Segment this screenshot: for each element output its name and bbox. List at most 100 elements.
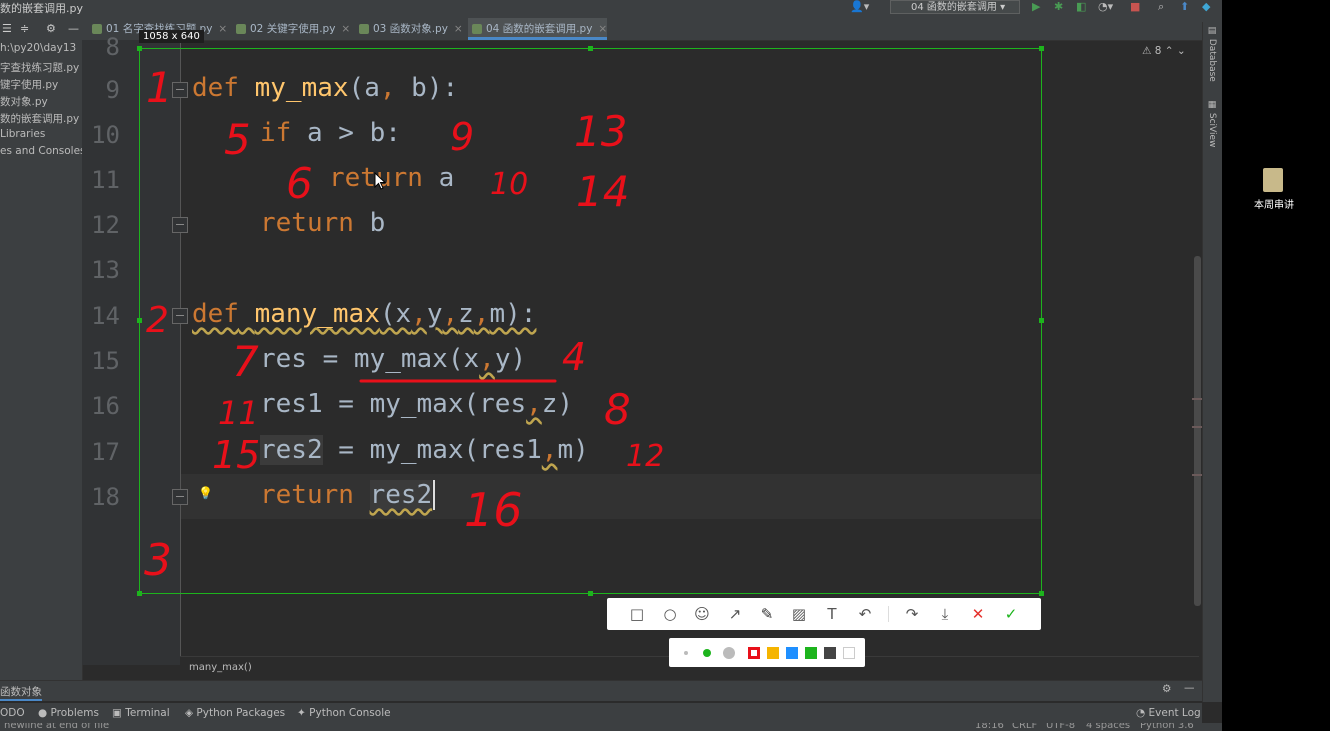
plugin-icon[interactable]: ◆ bbox=[1202, 0, 1210, 13]
confirm-icon[interactable]: ✓ bbox=[1003, 606, 1019, 622]
python-icon: ✦ bbox=[297, 707, 306, 719]
right-tool-strip: ▤ Database ▦ SciView bbox=[1202, 22, 1222, 702]
pen-size-small[interactable] bbox=[684, 651, 688, 655]
rectangle-icon[interactable]: □ bbox=[629, 606, 645, 622]
capture-selection[interactable] bbox=[139, 48, 1042, 594]
pen-size-large[interactable] bbox=[723, 647, 735, 659]
minimize-icon[interactable]: — bbox=[68, 22, 79, 35]
resize-handle[interactable] bbox=[1039, 46, 1044, 51]
share-icon[interactable]: ↷ bbox=[904, 606, 920, 622]
tool-tab-console[interactable]: ✦ Python Console bbox=[297, 707, 391, 719]
close-icon[interactable]: × bbox=[598, 23, 607, 35]
tree-item-file[interactable]: 键字使用.py bbox=[0, 77, 58, 92]
profile-icon[interactable]: ◔▾ bbox=[1098, 0, 1113, 13]
resize-handle[interactable] bbox=[588, 46, 593, 51]
editor-scrollbar[interactable] bbox=[1194, 256, 1201, 606]
stop-icon[interactable]: ■ bbox=[1130, 0, 1140, 13]
collapse-icon[interactable]: ≑ bbox=[20, 22, 29, 35]
tree-item-root[interactable]: h:\py20\day13 bbox=[0, 42, 76, 54]
mosaic-icon[interactable]: ▨ bbox=[791, 606, 807, 622]
debug-icon[interactable]: ✱ bbox=[1054, 0, 1063, 13]
text-icon[interactable]: T bbox=[824, 606, 840, 622]
error-stripe-mark[interactable] bbox=[1192, 398, 1202, 400]
pen-icon[interactable]: ✎ bbox=[759, 606, 775, 622]
line-number: 14 bbox=[91, 302, 120, 330]
tool-tab-todo[interactable]: ODO bbox=[0, 707, 25, 719]
ellipse-icon[interactable]: ○ bbox=[662, 606, 678, 622]
terminal-icon: ▣ bbox=[112, 707, 122, 719]
tool-tab-database[interactable]: ▤ Database bbox=[1207, 26, 1217, 82]
tab-03[interactable]: 03 函数对象.py × bbox=[355, 18, 463, 40]
tool-tab-terminal[interactable]: ▣ Terminal bbox=[112, 707, 170, 719]
tree-item-file[interactable]: 字查找练习题.py bbox=[0, 60, 79, 75]
event-log-icon: ◔ bbox=[1136, 707, 1146, 719]
tree-item-consoles[interactable]: es and Consoles bbox=[0, 145, 86, 157]
tree-item-file[interactable]: 数对象.py bbox=[0, 94, 48, 109]
indent-setting[interactable]: 4 spaces bbox=[1086, 723, 1130, 731]
tab-04[interactable]: 04 函数的嵌套调用.py × bbox=[468, 18, 608, 40]
resize-handle[interactable] bbox=[1039, 591, 1044, 596]
desktop-icon-label[interactable]: 本周串讲 bbox=[1236, 196, 1312, 211]
resize-handle[interactable] bbox=[1039, 318, 1044, 323]
cancel-icon[interactable]: ✕ bbox=[970, 606, 986, 622]
run-config-select[interactable]: 04 函数的嵌套调用 ▾ bbox=[890, 0, 1020, 14]
tab-02[interactable]: 02 关键字使用.py × bbox=[232, 18, 350, 40]
color-yellow[interactable] bbox=[767, 647, 779, 659]
emoji-icon[interactable]: ☺ bbox=[694, 606, 710, 622]
error-stripe-mark[interactable] bbox=[1192, 474, 1202, 476]
close-icon[interactable]: × bbox=[341, 23, 350, 35]
bottom-panel-title[interactable]: 函数对象 bbox=[0, 684, 42, 701]
undo-icon[interactable]: ↶ bbox=[857, 606, 873, 622]
resize-handle[interactable] bbox=[137, 591, 142, 596]
color-green[interactable] bbox=[805, 647, 817, 659]
toolbar-divider bbox=[888, 606, 889, 622]
line-number: 9 bbox=[105, 76, 120, 104]
gear-icon[interactable]: ⚙ bbox=[46, 22, 56, 35]
error-stripe-mark[interactable] bbox=[1192, 426, 1202, 428]
problems-icon: ● bbox=[38, 707, 48, 719]
line-number: 11 bbox=[91, 166, 120, 194]
interpreter[interactable]: Python 3.6 bbox=[1140, 723, 1194, 731]
pen-options-palette bbox=[669, 638, 865, 667]
download-icon[interactable]: ⤓ bbox=[937, 606, 953, 622]
line-number: 10 bbox=[91, 121, 120, 149]
line-number: 17 bbox=[91, 438, 120, 466]
coverage-icon[interactable]: ◧ bbox=[1076, 0, 1086, 13]
caret-position[interactable]: 18:16 bbox=[975, 723, 1004, 731]
minimize-icon[interactable]: — bbox=[1184, 682, 1195, 694]
resize-handle[interactable] bbox=[137, 46, 142, 51]
resize-handle[interactable] bbox=[588, 591, 593, 596]
line-separator[interactable]: CRLF bbox=[1012, 723, 1037, 731]
tree-item-libraries[interactable]: Libraries bbox=[0, 128, 45, 140]
color-white[interactable] bbox=[843, 647, 855, 659]
pen-size-medium[interactable] bbox=[703, 649, 711, 657]
line-number: 13 bbox=[91, 256, 120, 284]
python-file-icon bbox=[359, 24, 369, 34]
gear-icon[interactable]: ⚙ bbox=[1162, 683, 1171, 695]
file-encoding[interactable]: UTF-8 bbox=[1046, 723, 1075, 731]
run-icon[interactable]: ▶ bbox=[1032, 0, 1040, 13]
inspection-widget[interactable]: ⚠ 8 ⌃ ⌄ bbox=[1142, 45, 1186, 57]
update-icon[interactable]: ⬆ bbox=[1180, 0, 1189, 13]
line-number: 15 bbox=[91, 347, 120, 375]
color-blue[interactable] bbox=[786, 647, 798, 659]
tree-item-file[interactable]: 数的嵌套调用.py bbox=[0, 111, 79, 126]
close-icon[interactable]: × bbox=[218, 23, 227, 35]
close-icon[interactable]: × bbox=[454, 23, 463, 35]
resize-handle[interactable] bbox=[137, 318, 142, 323]
color-red-selected[interactable] bbox=[748, 647, 760, 659]
project-panel: h:\py20\day13 字查找练习题.py 键字使用.py 数对象.py 数… bbox=[0, 40, 86, 680]
document-icon[interactable] bbox=[1263, 168, 1283, 192]
tool-tab-packages[interactable]: ◈ Python Packages bbox=[185, 707, 285, 719]
screenshot-toolbar: □ ○ ☺ ↗ ✎ ▨ T ↶ ↷ ⤓ ✕ ✓ bbox=[607, 598, 1041, 630]
status-bar: newline at end of file 18:16 CRLF UTF-8 … bbox=[0, 723, 1222, 731]
user-icon[interactable]: 👤▾ bbox=[850, 0, 869, 13]
arrow-icon[interactable]: ↗ bbox=[727, 606, 743, 622]
event-log-tab[interactable]: ◔ Event Log bbox=[1136, 707, 1201, 719]
expand-icon[interactable]: ☰ bbox=[2, 22, 12, 35]
search-icon[interactable]: ⌕ bbox=[1158, 0, 1164, 14]
tool-tab-sciview[interactable]: ▦ SciView bbox=[1207, 100, 1217, 147]
color-black[interactable] bbox=[824, 647, 836, 659]
tool-tab-problems[interactable]: ● Problems bbox=[38, 707, 99, 719]
line-number: 8 bbox=[105, 33, 120, 61]
